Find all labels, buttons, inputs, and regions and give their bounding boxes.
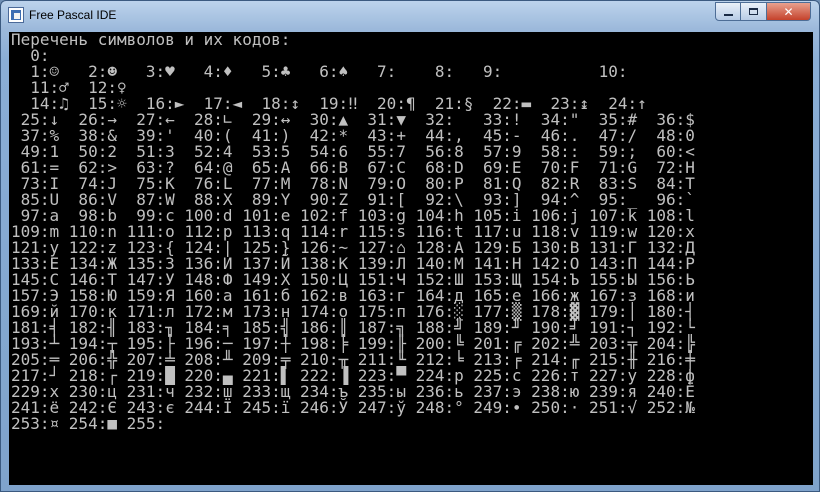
ide-window: Free Pascal IDE ✕ Перечень символов и их… xyxy=(0,0,820,492)
console-line: Перечень символов и их кодов: xyxy=(11,32,291,49)
maximize-icon xyxy=(749,8,758,15)
app-icon[interactable] xyxy=(8,7,24,23)
title-bar[interactable]: Free Pascal IDE ✕ xyxy=(1,1,819,31)
console-lines: Перечень символов и их кодов: 0: 1:☺ 2:☻… xyxy=(11,32,695,432)
close-button[interactable]: ✕ xyxy=(767,2,811,21)
close-icon: ✕ xyxy=(783,4,794,19)
window-title: Free Pascal IDE xyxy=(29,8,117,22)
console-output[interactable]: Перечень символов и их кодов: 0: 1:☺ 2:☻… xyxy=(9,32,813,485)
console-line: 253:¤ 254:■ 255: xyxy=(11,414,166,433)
maximize-button[interactable] xyxy=(741,2,767,21)
caption-buttons: ✕ xyxy=(715,2,811,22)
minimize-icon xyxy=(723,13,733,16)
minimize-button[interactable] xyxy=(715,2,741,21)
